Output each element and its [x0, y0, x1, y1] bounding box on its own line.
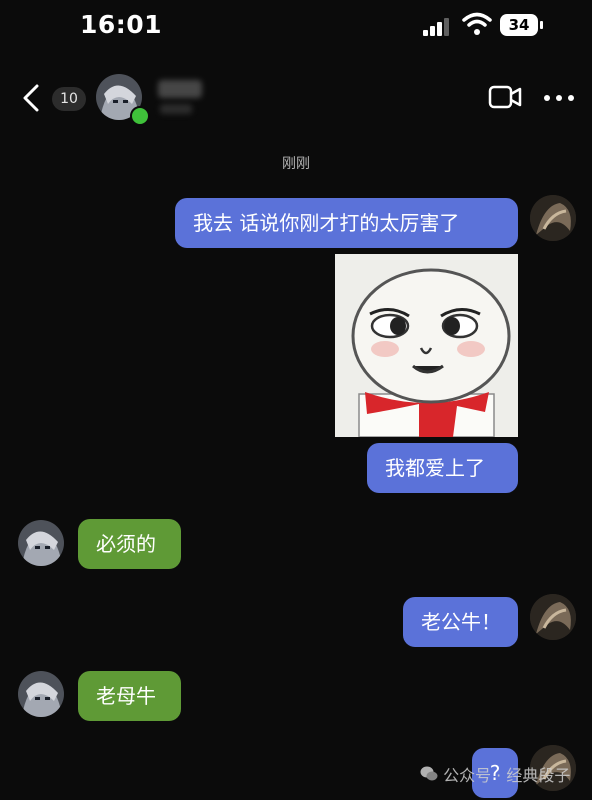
- message-timestamp: 刚刚: [282, 156, 310, 172]
- status-bar: 16:01 34: [0, 0, 592, 52]
- message-bubble-incoming[interactable]: 必须的: [78, 519, 181, 569]
- contact-subtitle-blurred: [160, 104, 192, 114]
- more-options-icon[interactable]: [543, 94, 575, 102]
- watermark-text: 公众号 · 经典段子: [443, 766, 571, 785]
- contact-avatar[interactable]: [18, 520, 64, 566]
- battery-icon: 34: [500, 14, 543, 36]
- contact-avatar[interactable]: [18, 671, 64, 717]
- watermark: 公众号 · 经典段子: [420, 762, 570, 786]
- message-bubble-outgoing[interactable]: 老公牛！: [403, 597, 518, 647]
- message-bubble-outgoing[interactable]: 我都爱上了: [367, 443, 518, 493]
- meme-face-sticker[interactable]: [335, 254, 518, 437]
- back-arrow-icon[interactable]: [20, 84, 42, 112]
- self-avatar[interactable]: [530, 195, 576, 241]
- unread-badge[interactable]: 10: [52, 87, 86, 111]
- self-avatar[interactable]: [530, 594, 576, 640]
- status-time: 16:01: [80, 10, 163, 39]
- video-call-icon[interactable]: [488, 84, 522, 110]
- message-bubble-incoming[interactable]: 老母牛: [78, 671, 181, 721]
- chat-header: 10: [0, 70, 592, 126]
- wechat-logo-icon: [420, 766, 438, 781]
- online-status-dot: [130, 106, 150, 126]
- wifi-icon: [462, 12, 492, 35]
- message-bubble-outgoing[interactable]: 我去 话说你刚才打的太厉害了: [175, 198, 518, 248]
- contact-name-blurred: [158, 80, 202, 98]
- signal-icon: [423, 18, 451, 36]
